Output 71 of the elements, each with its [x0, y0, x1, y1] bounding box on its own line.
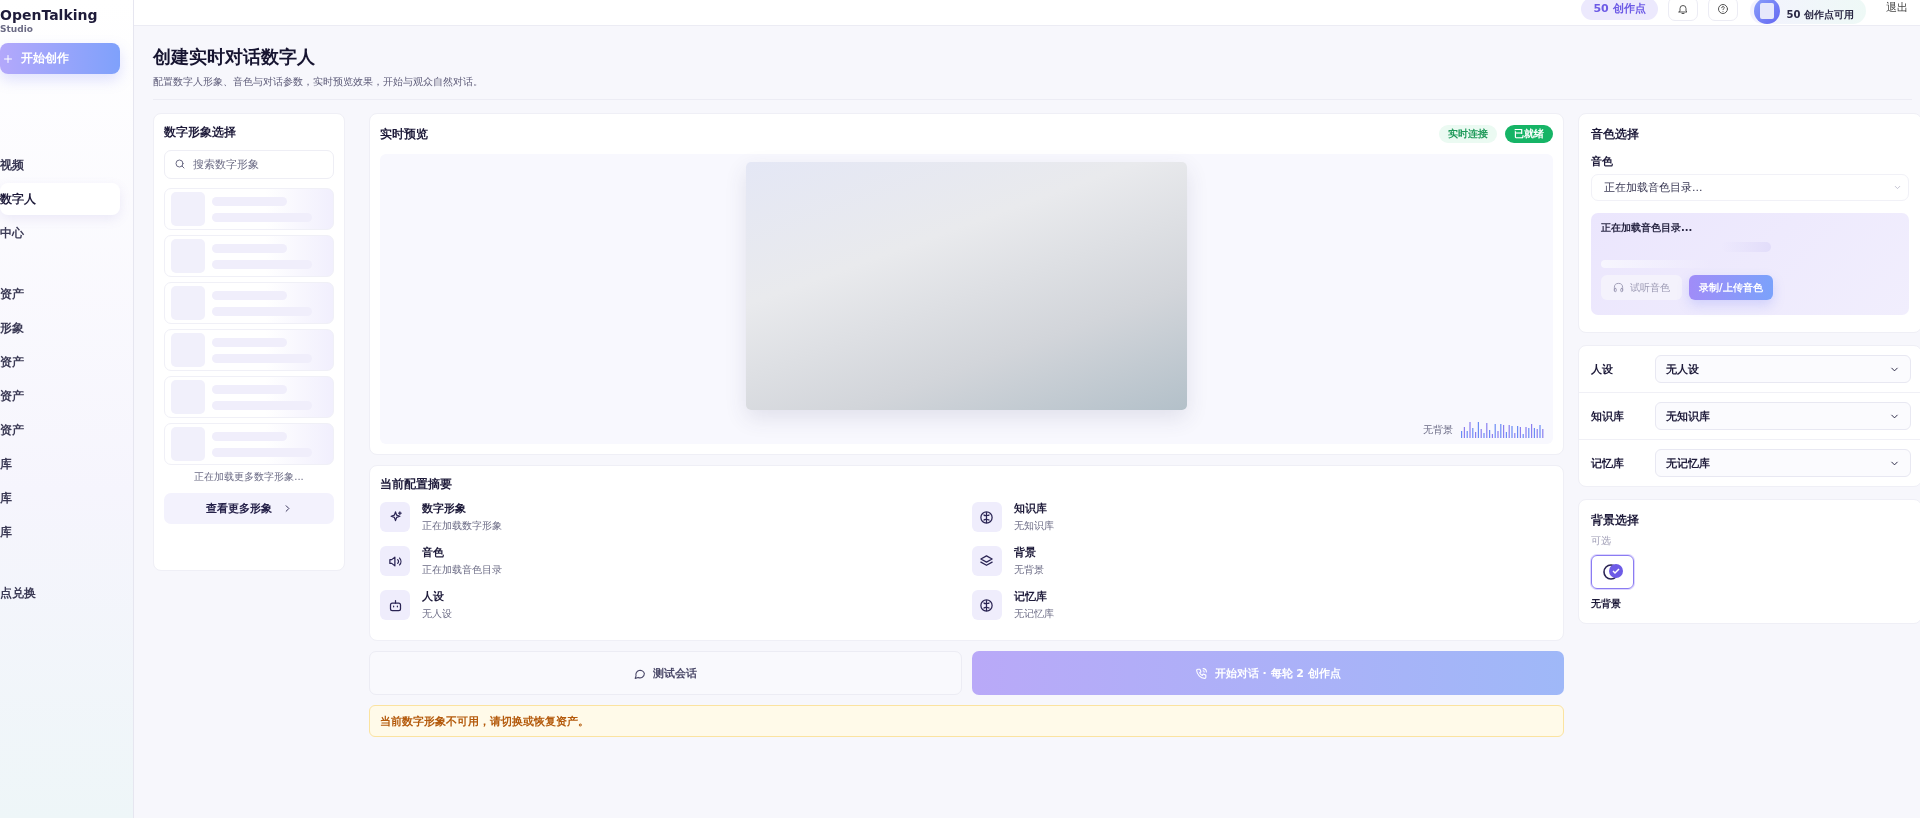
sidebar-item[interactable]: 库	[0, 448, 120, 480]
page-title: 创建实时对话数字人	[153, 45, 316, 69]
card-title: 背景选择	[1591, 512, 1640, 529]
test-chat-button[interactable]: 测试会话	[369, 651, 962, 695]
chevron-down-icon	[1893, 183, 1902, 192]
sidebar-item[interactable]: 数字人	[0, 183, 120, 215]
sidebar-item[interactable]: 资产	[0, 278, 120, 310]
sidebar-item[interactable]: 点兑换	[0, 577, 120, 609]
card-title: 实时预览	[380, 125, 429, 143]
brand-name: OpenTalking	[0, 8, 99, 23]
background-option[interactable]	[1591, 555, 1634, 589]
summary-label: 记忆库	[1013, 589, 1048, 604]
status-badge: 实时连接	[1439, 125, 1497, 143]
field-label: 知识库	[1591, 408, 1625, 424]
view-more-button[interactable]: 查看更多形象	[164, 493, 334, 524]
sidebar-item[interactable]: 库	[0, 482, 120, 514]
summary-value: 正在加载数字形象	[422, 519, 502, 533]
field-label: 人设	[1591, 361, 1614, 377]
credits-badge: 50 创作点	[1581, 0, 1658, 20]
search-field[interactable]: 搜索数字形象	[164, 150, 334, 179]
summary-value: 无背景	[1013, 563, 1044, 577]
robot-icon	[380, 590, 410, 620]
field-label: 音色	[1591, 154, 1614, 169]
bell-icon	[1676, 2, 1689, 15]
summary-value: 无知识库	[1013, 519, 1054, 533]
warning-message: 当前数字形象不可用，请切换或恢复资产。	[369, 705, 1564, 737]
search-icon	[174, 158, 186, 170]
card-title: 当前配置摘要	[380, 476, 453, 493]
help-icon	[1716, 2, 1729, 15]
sidebar-item[interactable]: 资产	[0, 380, 120, 412]
sidebar-item[interactable]: 形象	[0, 312, 120, 344]
logout-link[interactable]: 退出	[1886, 0, 1908, 15]
headphones-icon	[1613, 282, 1624, 293]
status-text: 正在加载音色目录...	[1601, 221, 1694, 235]
layers-icon	[971, 546, 1002, 576]
summary-label: 音色	[422, 545, 445, 560]
background-label: 无背景	[1423, 423, 1453, 437]
sidebar-item[interactable]: 库	[0, 516, 120, 548]
moon-check-icon	[1600, 562, 1625, 582]
dropdown-select[interactable]: 无知识库	[1655, 402, 1911, 430]
speaker-icon	[380, 546, 410, 576]
brain-icon	[971, 590, 1002, 620]
option-label: 无背景	[1591, 597, 1621, 611]
brain-icon	[971, 502, 1002, 532]
loading-text: 正在加载更多数字形象...	[193, 470, 305, 484]
field-label: 记忆库	[1591, 455, 1625, 471]
credits-available: 50 创作点可用	[1786, 7, 1854, 22]
summary-value: 正在加载音色目录	[422, 563, 502, 577]
dropdown-select[interactable]: 无人设	[1655, 355, 1911, 383]
summary-value: 无人设	[422, 607, 452, 621]
sidebar-item[interactable]: 视频	[0, 149, 120, 181]
summary-value: 无记忆库	[1013, 607, 1054, 621]
hint-text: 可选	[1591, 534, 1612, 548]
brand-subtitle: Studio	[0, 24, 34, 34]
sparkle-icon	[380, 502, 410, 532]
panel-title: 数字形象选择	[164, 124, 237, 141]
dropdown-select[interactable]: 无记忆库	[1655, 449, 1911, 477]
summary-label: 数字形象	[422, 501, 467, 516]
plus-icon	[2, 52, 14, 65]
summary-label: 背景	[1013, 545, 1037, 560]
voice-select[interactable]: 正在加载音色目录...	[1591, 174, 1909, 201]
page-subtitle: 配置数字人形象、音色与对话参数，实时预览效果，开始与观众自然对话。	[153, 75, 484, 89]
sidebar-item[interactable]: 资产	[0, 346, 120, 378]
account-chip[interactable]: 50 创作点可用	[1749, 0, 1866, 24]
sidebar-item[interactable]: 资产	[0, 414, 120, 446]
summary-label: 知识库	[1013, 501, 1048, 516]
sidebar-item[interactable]: 中心	[0, 217, 120, 249]
phone-icon	[1194, 666, 1208, 680]
summary-label: 人设	[422, 589, 445, 604]
card-title: 音色选择	[1591, 126, 1640, 143]
status-badge: 已就绪	[1505, 125, 1553, 143]
